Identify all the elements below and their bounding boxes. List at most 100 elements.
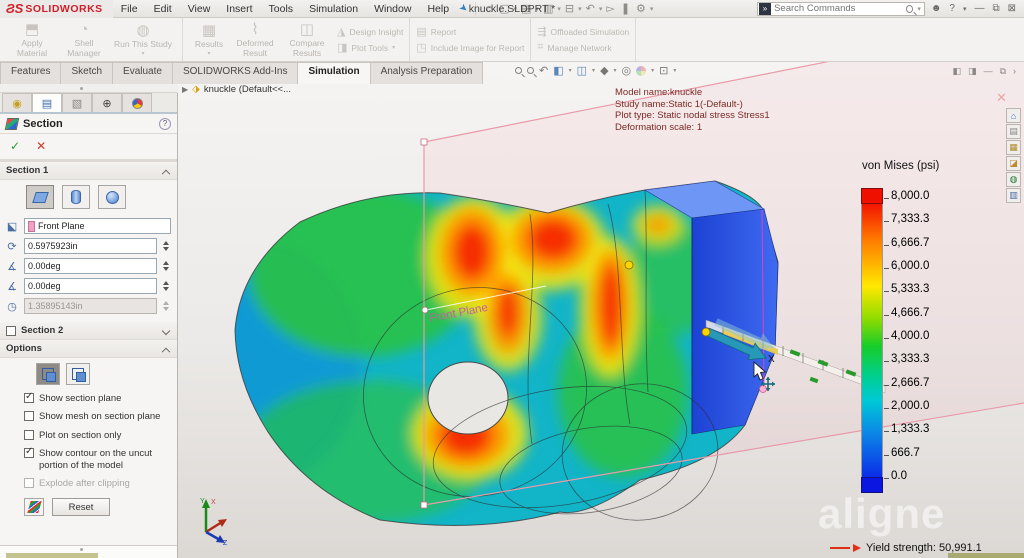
section2-checkbox[interactable] [6,326,16,336]
property-manager-tab[interactable]: ▤ [32,93,62,112]
feature-tree-flyout[interactable]: ▶ ⬗ knuckle (Default<<... [182,84,291,95]
expand-arrow-icon[interactable]: ▶ [182,85,188,94]
panel-splitter[interactable] [0,545,178,551]
menu-insert[interactable]: Insert [218,1,260,17]
undo-icon[interactable]: ↶ [584,2,597,15]
cancel-button[interactable]: ✕ [36,139,46,153]
section1-group-header[interactable]: Section 1 [0,162,177,180]
x-rotation-spinner[interactable] [161,261,171,271]
tab-evaluate[interactable]: Evaluate [112,62,173,84]
minimize-button[interactable]: — [974,3,984,14]
show-section-plane-checkbox[interactable] [24,393,34,403]
search-scope-icon[interactable]: » [759,3,771,15]
new-document-icon[interactable]: ▢ [497,2,511,15]
offset-distance-field[interactable]: 0.5975923in [24,238,157,254]
options-group-header[interactable]: Options [0,340,177,358]
pin-menu-icon[interactable]: ➤ [457,2,470,16]
cylindrical-section-button[interactable] [62,185,90,209]
plot-tools-button[interactable]: ◨ Plot Tools ▾ [337,41,403,54]
apply-scene-icon[interactable]: ⊡ [659,64,668,77]
zoom-to-fit-icon[interactable] [515,67,522,74]
design-insight-button[interactable]: ◮ Design Insight [337,25,403,38]
hide-show-items-icon[interactable]: ◎ [622,64,632,77]
options-gear-icon[interactable]: ⚙ [634,2,648,15]
menu-file[interactable]: File [113,1,146,17]
menu-simulation[interactable]: Simulation [301,1,366,17]
plane-corner-handle[interactable] [421,502,427,508]
plot-on-section-checkbox[interactable] [24,430,34,440]
show-mesh-checkbox[interactable] [24,411,34,421]
include-image-report-button[interactable]: ◳ Include Image for Report [416,41,524,54]
reference-plane-field[interactable]: Front Plane [24,218,171,234]
menu-view[interactable]: View [180,1,219,17]
deformed-result-button[interactable]: ⌇ Deformed Result [229,21,281,59]
doc-next-icon[interactable]: ◨ [968,66,977,77]
save-icon[interactable]: ▥ [541,2,555,15]
section-preview-button[interactable] [24,498,44,516]
configuration-manager-tab[interactable]: ▧ [62,93,92,112]
manage-network-button[interactable]: ⌗ Manage Network [537,41,629,54]
y-rotation-field[interactable]: 0.00deg [24,278,157,294]
view-orientation-icon[interactable]: ◫ [577,64,587,77]
plane-corner-handle[interactable] [421,139,427,145]
doc-restore-icon[interactable]: ⧉ [1000,66,1006,77]
plot-on-section-option[interactable]: Plot on section only [0,426,177,444]
edit-appearance-icon[interactable] [636,66,646,76]
tab-simulation[interactable]: Simulation [297,62,370,84]
reset-button[interactable]: Reset [52,498,110,516]
show-cap-button[interactable] [66,363,90,385]
tab-sketch[interactable]: Sketch [60,62,113,84]
task-pane-library-icon[interactable]: ▦ [1006,140,1021,155]
show-contour-option[interactable]: Show contour on the uncut portion of the… [0,444,177,474]
planar-section-button[interactable] [26,185,54,209]
menu-tools[interactable]: Tools [261,1,302,17]
menu-help[interactable]: Help [419,1,457,17]
plane-edge-handle[interactable] [422,307,428,313]
compare-results-button[interactable]: ◫ Compare Results [281,21,333,59]
task-pane-web-icon[interactable]: ◍ [1006,172,1021,187]
help-icon[interactable]: ? [949,3,955,14]
feature-manager-tab[interactable]: ◉ [2,93,32,112]
plane-corner-dot[interactable] [760,386,767,393]
menu-edit[interactable]: Edit [146,1,180,17]
ok-button[interactable]: ✓ [10,139,20,153]
doc-minimize-icon[interactable]: — [984,66,993,77]
spherical-section-button[interactable] [98,185,126,209]
tab-solidworks-add-ins[interactable]: SOLIDWORKS Add-Ins [172,62,298,84]
previous-view-icon[interactable]: ↶ [539,64,548,77]
results-button[interactable]: ▦ Results ▾ [189,22,229,58]
offset-spinner[interactable] [161,241,171,251]
dimxpert-manager-tab[interactable]: ⊕ [92,93,122,112]
panel-help-icon[interactable]: ? [159,118,171,130]
show-section-plane-option[interactable]: Show section plane [0,389,177,407]
section-view-icon[interactable]: ◧ [553,64,563,77]
display-manager-tab[interactable] [122,93,152,112]
doc-more-icon[interactable]: › [1013,66,1016,77]
menu-window[interactable]: Window [366,1,419,17]
home-icon[interactable]: ⌂ [484,3,495,15]
x-rotation-field[interactable]: 0.00deg [24,258,157,274]
open-icon[interactable]: ▤ [519,2,533,15]
close-button[interactable]: ⊠ [1008,3,1016,14]
search-icon[interactable] [906,5,913,13]
task-pane-home-icon[interactable]: ⌂ [1006,108,1021,123]
user-account-icon[interactable]: ☻ [931,3,942,14]
run-this-study-button[interactable]: ◍ Run This Study ▾ [110,22,176,58]
apply-material-button[interactable]: ⬒ Apply Material [6,21,58,59]
select-icon[interactable]: ▻ [604,2,616,15]
tree-item-label[interactable]: knuckle (Default<<... [204,84,291,95]
plane-drag-handle-dot[interactable] [625,261,633,269]
search-input[interactable] [774,3,906,14]
tab-analysis-preparation[interactable]: Analysis Preparation [370,62,484,84]
shell-manager-button[interactable]: ◔ Shell Manager [58,21,110,59]
graphics-viewport[interactable]: Front Plane X [178,62,1024,558]
section2-group-header[interactable]: Section 2 [0,322,177,340]
print-icon[interactable]: ⊟ [563,2,576,15]
task-pane-properties-icon[interactable]: ▥ [1006,188,1021,203]
tab-features[interactable]: Features [0,62,61,84]
show-intersection-button[interactable] [36,363,60,385]
doc-prev-icon[interactable]: ◧ [953,66,962,77]
report-button[interactable]: ▤ Report [416,25,524,38]
task-pane-resources-icon[interactable]: ▤ [1006,124,1021,139]
offloaded-simulation-button[interactable]: ⇶ Offloaded Simulation [537,25,629,38]
